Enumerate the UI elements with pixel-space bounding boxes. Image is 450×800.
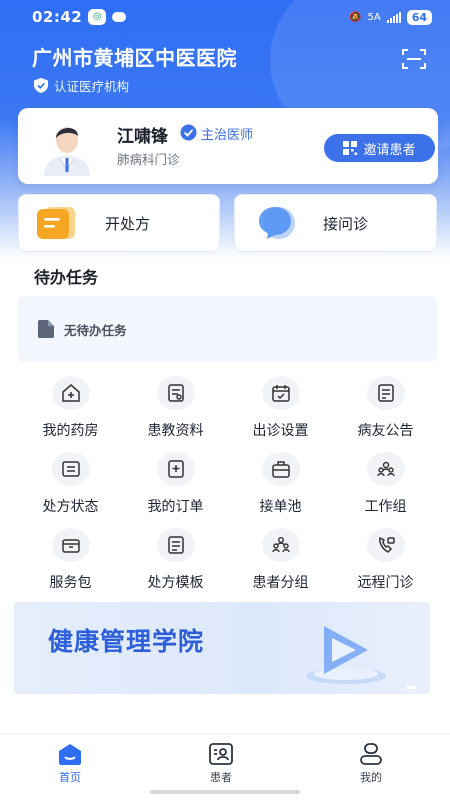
battery-indicator: 64 [406,9,432,25]
hospital-name: 广州市黄埔区中医医院 [32,46,237,70]
patient-group-icon [261,528,300,562]
grid-item-remote-clinic[interactable]: 远程门诊 [333,528,438,598]
certification-row: 认证医疗机构 [34,76,129,95]
service-package-icon [51,528,90,562]
tab-mine-label: 我的 [360,771,382,784]
home-indicator [150,790,300,794]
grid-item-pharmacy[interactable]: 我的药房 [18,376,123,446]
consult-label: 接问诊 [323,214,369,233]
tab-patients[interactable]: 患者 [191,742,251,785]
prescription-icon [37,207,75,239]
notice-icon [366,376,405,410]
tab-home[interactable]: 首页 [40,742,100,785]
grid-label: 患者分组 [252,575,309,591]
doctor-name: 江啸锋 [117,127,168,147]
grid-item-template[interactable]: 处方模板 [123,528,228,598]
certified-label: 认证医疗机构 [54,79,130,94]
mute-icon: 🔕 [349,11,362,23]
banner-title: 健康管理学院 [48,627,205,656]
home-icon [59,744,81,765]
grid-label: 远程门诊 [357,575,414,591]
grid-label: 接单池 [259,499,302,515]
grid-label: 出诊设置 [252,423,309,439]
health-academy-banner[interactable]: 健康管理学院 [14,602,430,694]
order-icon [156,452,195,486]
grid-label: 处方状态 [42,499,99,515]
signal-icon [386,11,401,23]
banner-pagination-dot [406,686,416,689]
grid-item-prescription-status[interactable]: 处方状态 [18,452,123,522]
doctor-card[interactable]: 江啸锋 主治医师 肺病科门诊 邀请患者 [18,108,438,184]
grid-item-patient-group[interactable]: 患者分组 [228,528,333,598]
consult-button[interactable]: 接问诊 [234,194,437,252]
grid-item-notice[interactable]: 病友公告 [333,376,438,446]
grid-label: 服务包 [49,575,92,591]
template-icon [156,528,195,562]
grid-item-education[interactable]: 患教资料 [123,376,228,446]
patients-icon [209,743,233,765]
prescribe-label: 开处方 [105,214,151,233]
doctor-title: 主治医师 [201,128,254,143]
grid-item-clinic-settings[interactable]: 出诊设置 [228,376,333,446]
order-pool-icon [261,452,300,486]
grid-item-workgroup[interactable]: 工作组 [333,452,438,522]
invite-patient-button[interactable]: 邀请患者 [324,134,435,162]
grid-label: 工作组 [364,499,407,515]
tab-home-label: 首页 [59,771,81,784]
doctor-department: 肺病科门诊 [117,152,180,167]
grid-item-service-package[interactable]: 服务包 [18,528,123,598]
pharmacy-icon [51,376,90,410]
grid-item-orders[interactable]: 我的订单 [123,452,228,522]
education-icon [156,376,195,410]
document-icon [38,320,54,338]
remote-clinic-icon [366,528,405,562]
todo-section-title: 待办任务 [34,268,99,287]
tab-patients-label: 患者 [210,771,232,784]
grid-label: 我的订单 [147,499,204,515]
grid-label: 病友公告 [357,423,414,439]
invite-patient-label: 邀请患者 [363,142,416,158]
play-icon [306,626,386,684]
tab-mine[interactable]: 我的 [341,742,401,785]
shield-icon [34,78,48,93]
network-label: 5A [367,11,381,23]
prescribe-button[interactable]: 开处方 [18,194,220,252]
verified-icon [180,124,197,141]
workgroup-icon [366,452,405,486]
profile-icon [360,743,382,765]
chat-bubble-icon [259,207,295,239]
message-notification-icon [112,12,127,22]
grid-label: 患教资料 [147,423,204,439]
doctor-avatar [44,127,90,176]
qr-code-icon [343,141,358,155]
prescription-status-icon [51,452,90,486]
app-notification-icon: ◎ [88,9,107,25]
calendar-check-icon [261,376,300,410]
grid-label: 我的药房 [42,423,99,439]
scan-icon[interactable] [402,48,426,70]
grid-label: 处方模板 [147,575,204,591]
status-time: 02:42 [32,8,83,26]
grid-item-order-pool[interactable]: 接单池 [228,452,333,522]
todo-empty-text: 无待办任务 [64,322,127,338]
status-bar: 02:42 ◎ 🔕 5A 64 [0,0,450,34]
todo-panel: 无待办任务 [18,296,437,362]
